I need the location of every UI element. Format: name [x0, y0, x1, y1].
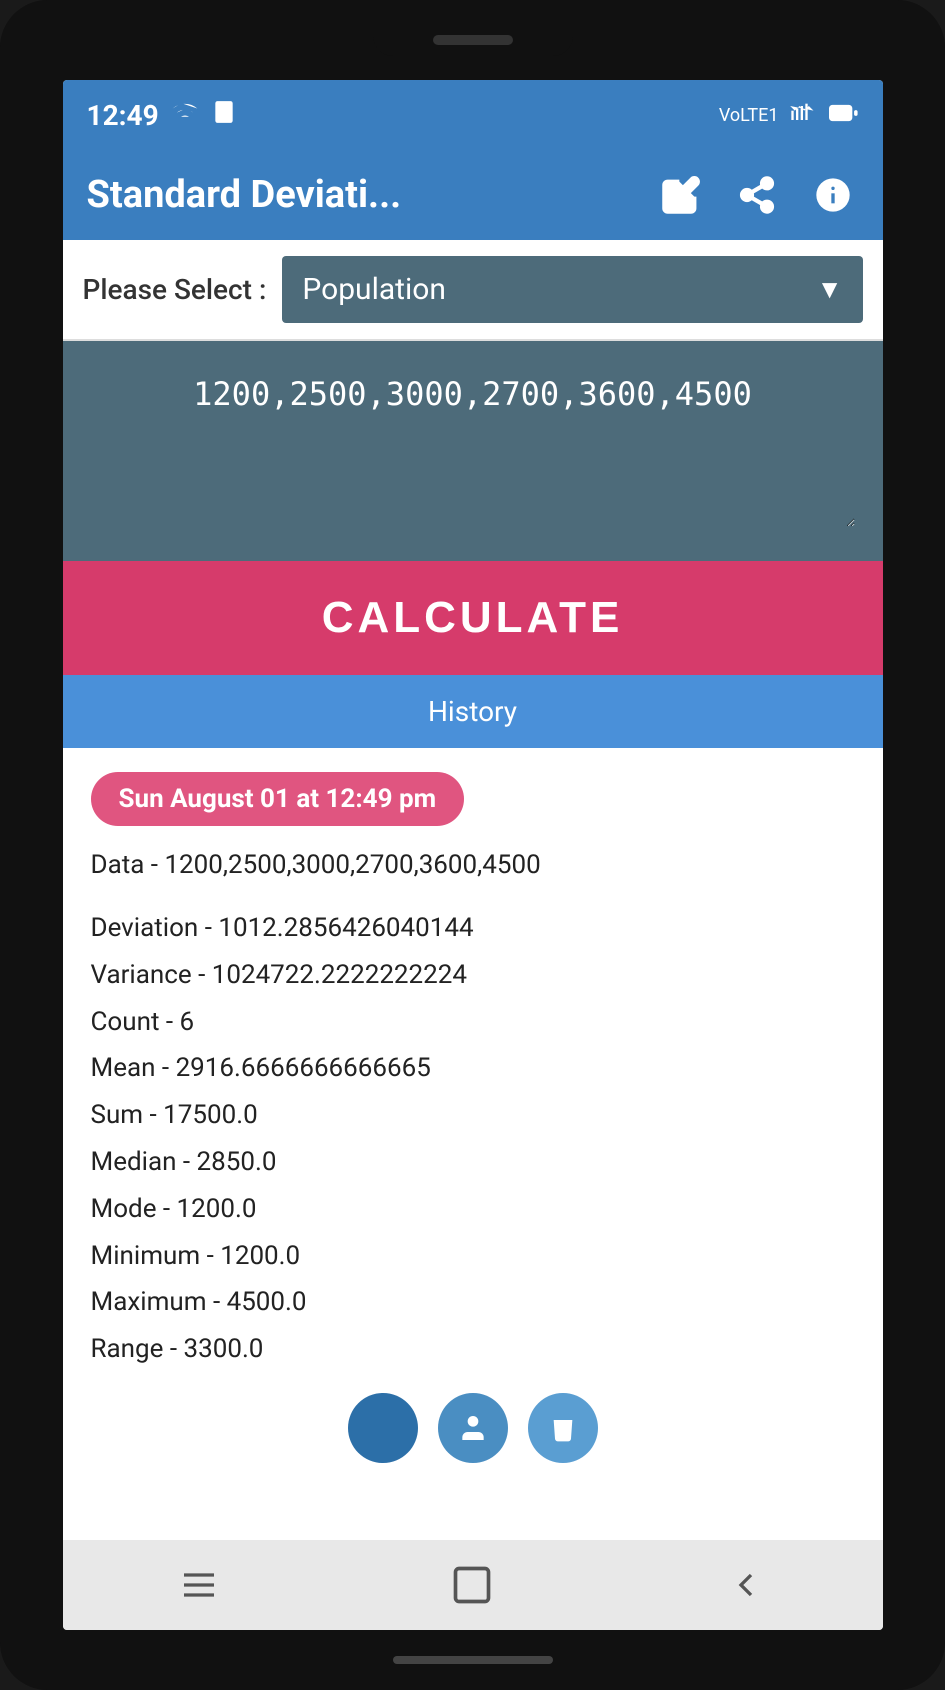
median-line: Median - 2850.0	[91, 1139, 855, 1186]
range-line: Range - 3300.0	[91, 1326, 855, 1373]
notch	[373, 24, 573, 56]
status-right: VoLTE1	[719, 99, 859, 131]
phone-top-bar	[0, 0, 945, 80]
input-section	[63, 341, 883, 561]
menu-nav-button[interactable]	[159, 1555, 239, 1615]
app-title: Standard Deviati...	[87, 173, 402, 217]
status-time: 12:49	[87, 99, 159, 132]
minimum-line: Minimum - 1200.0	[91, 1233, 855, 1280]
dropdown-selected-value: Population	[302, 272, 446, 307]
count-line: Count - 6	[91, 999, 855, 1046]
maximum-line: Maximum - 4500.0	[91, 1279, 855, 1326]
type-dropdown[interactable]: Population ▼	[282, 256, 862, 323]
deviation-line: Deviation - 1012.2856426040144	[91, 905, 855, 952]
action-button-3[interactable]	[528, 1393, 598, 1463]
home-nav-button[interactable]	[432, 1555, 512, 1615]
dropdown-label: Please Select :	[83, 273, 267, 306]
share-button[interactable]	[731, 169, 783, 221]
sum-line: Sum - 17500.0	[91, 1092, 855, 1139]
back-nav-button[interactable]	[706, 1555, 786, 1615]
result-data-line: Data - 1200,2500,3000,2700,3600,4500	[91, 846, 855, 885]
bottom-actions	[91, 1373, 855, 1473]
history-bar: History	[63, 675, 883, 748]
notch-dots	[433, 35, 513, 45]
home-indicator	[393, 1656, 553, 1664]
action-button-1[interactable]	[348, 1393, 418, 1463]
app-header: Standard Deviati...	[63, 150, 883, 240]
signal-icon	[789, 99, 817, 131]
phone-nav	[63, 1540, 883, 1630]
calculate-button[interactable]: CALCULATE	[63, 561, 883, 675]
status-left: 12:49	[87, 98, 237, 132]
status-bar: 12:49 VoLTE1	[63, 80, 883, 150]
phone-screen: 12:49 VoLTE1 Standard Deviati...	[63, 80, 883, 1630]
data-input[interactable]	[91, 375, 855, 527]
content-area: Please Select : Population ▼ CALCULATE H…	[63, 240, 883, 1540]
result-timestamp: Sun August 01 at 12:49 pm	[91, 772, 465, 826]
phone-bottom	[0, 1630, 945, 1690]
mode-line: Mode - 1200.0	[91, 1186, 855, 1233]
action-button-2[interactable]	[438, 1393, 508, 1463]
result-stats: Deviation - 1012.2856426040144 Variance …	[91, 905, 855, 1373]
sim-icon	[211, 99, 237, 131]
edit-button[interactable]	[655, 169, 707, 221]
history-label: History	[428, 695, 517, 728]
results-section: Sun August 01 at 12:49 pm Data - 1200,25…	[63, 748, 883, 1540]
dropdown-section: Please Select : Population ▼	[63, 240, 883, 341]
mean-line: Mean - 2916.6666666666665	[91, 1045, 855, 1092]
chevron-down-icon: ▼	[817, 274, 843, 305]
battery-icon	[827, 99, 859, 131]
wifi-icon	[171, 98, 199, 132]
network-label: VoLTE1	[719, 105, 779, 126]
header-icons	[655, 169, 859, 221]
phone-frame: 12:49 VoLTE1 Standard Deviati...	[0, 0, 945, 1690]
info-button[interactable]	[807, 169, 859, 221]
variance-line: Variance - 1024722.2222222224	[91, 952, 855, 999]
